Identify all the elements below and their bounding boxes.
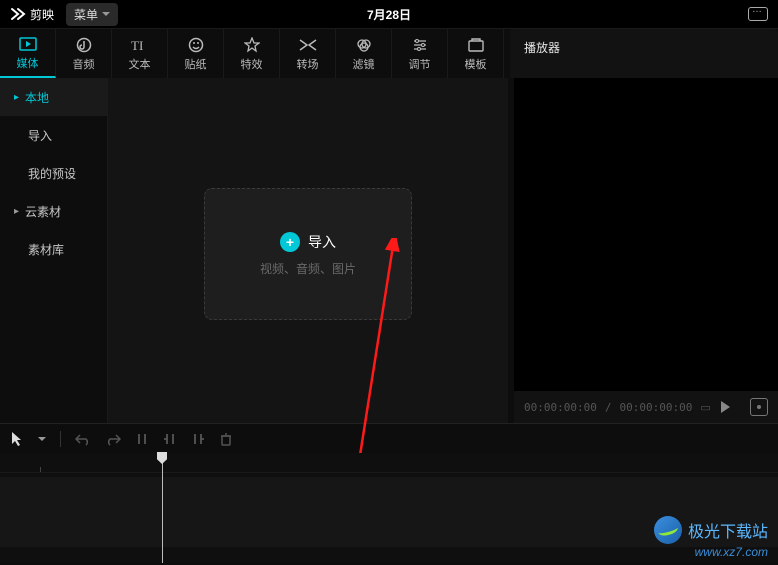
delete-right-button[interactable] [191,432,205,446]
sticker-icon [186,36,206,54]
import-title: 导入 [308,232,336,252]
delete-left-button[interactable] [163,432,177,446]
transition-icon [298,36,318,54]
filter-icon [354,36,374,54]
play-button[interactable] [721,401,730,413]
template-icon [466,36,486,54]
app-logo: 剪映 [10,6,54,23]
delete-button[interactable] [219,432,233,446]
player-panel-header: 播放器 [510,29,778,78]
tab-filter[interactable]: 滤镜 [336,29,392,78]
tab-media[interactable]: 媒体 [0,29,56,78]
category-tabs: 媒体 音频 TI 文本 贴纸 特效 转场 滤镜 调节 模板 播放器 [0,28,778,78]
redo-button[interactable] [105,432,121,446]
plus-icon: + [280,232,300,252]
timeline-ruler[interactable] [0,453,778,473]
sidebar-item-library[interactable]: 素材库 [0,230,107,268]
keyboard-shortcut-icon[interactable] [748,7,768,21]
app-name: 剪映 [30,6,54,23]
ruler-tick [40,467,41,472]
ratio-icon[interactable]: ▭ [700,401,710,414]
chevron-down-icon [102,12,110,16]
tab-sticker[interactable]: 贴纸 [168,29,224,78]
svg-text:TI: TI [131,38,143,52]
tab-transition[interactable]: 转场 [280,29,336,78]
text-icon: TI [130,36,150,54]
time-total: 00:00:00:00 [619,401,692,414]
import-box[interactable]: + 导入 视频、音频、图片 [204,188,412,320]
tab-effect[interactable]: 特效 [224,29,280,78]
undo-button[interactable] [75,432,91,446]
main-area: 本地 导入 我的预设 云素材 素材库 + 导入 视频、音频、图片 00:00:0… [0,78,778,423]
import-subtitle: 视频、音频、图片 [260,260,356,277]
import-title-row: + 导入 [280,232,336,252]
menu-button[interactable]: 菜单 [66,3,118,26]
tab-text[interactable]: TI 文本 [112,29,168,78]
timeline-toolbar [0,423,778,453]
timeline[interactable] [0,453,778,563]
logo-icon [10,7,26,21]
player-panel: 00:00:00:00 / 00:00:00:00 ▭ [514,78,778,423]
player-viewport [514,78,778,391]
sidebar-item-local[interactable]: 本地 [0,78,107,116]
time-current: 00:00:00:00 [524,401,597,414]
sidebar-item-import[interactable]: 导入 [0,116,107,154]
sidebar-item-cloud[interactable]: 云素材 [0,192,107,230]
project-title: 7月28日 [367,6,411,23]
tab-adjust[interactable]: 调节 [392,29,448,78]
timeline-track[interactable] [0,477,778,547]
menu-label: 菜单 [74,6,98,23]
cursor-dropdown-icon[interactable] [38,437,46,441]
media-drop-area: + 导入 视频、音频、图片 [108,78,508,423]
adjust-icon [410,36,430,54]
media-icon [18,35,38,53]
title-bar: 剪映 菜单 7月28日 [0,0,778,28]
sidebar-item-presets[interactable]: 我的预设 [0,154,107,192]
media-sidebar: 本地 导入 我的预设 云素材 素材库 [0,78,108,423]
fullscreen-icon[interactable] [750,398,768,416]
cursor-tool[interactable] [10,431,24,447]
tab-audio[interactable]: 音频 [56,29,112,78]
player-label: 播放器 [524,39,560,56]
playhead[interactable] [162,453,163,563]
split-button[interactable] [135,432,149,446]
player-controls: 00:00:00:00 / 00:00:00:00 ▭ [514,391,778,423]
effect-icon [242,36,262,54]
separator [60,431,61,447]
time-sep: / [605,401,612,414]
tab-template[interactable]: 模板 [448,29,504,78]
audio-icon [74,36,94,54]
